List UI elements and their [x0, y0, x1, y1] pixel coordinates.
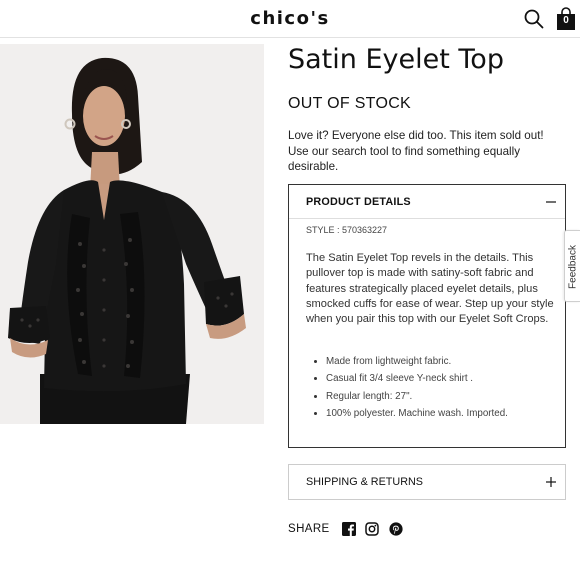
sold-out-message: Love it? Everyone else did too. This ite… — [288, 129, 544, 173]
chicos-logo[interactable]: chico's — [0, 8, 580, 29]
search-icon — [524, 9, 544, 29]
product-details-toggle[interactable]: PRODUCT DETAILS — [289, 185, 565, 219]
shopping-bag-button[interactable]: 0 — [555, 7, 577, 31]
product-image — [0, 44, 264, 424]
feedback-tab[interactable]: Feedback — [564, 230, 580, 302]
site-header: chico's 0 — [0, 0, 580, 38]
list-item: Casual fit 3/4 sleeve Y-neck shirt . — [306, 370, 556, 387]
product-description: The Satin Eyelet Top revels in the detai… — [306, 252, 554, 326]
product-details-panel: PRODUCT DETAILS STYLE : 570363227 The Sa… — [288, 184, 566, 448]
stock-status: OUT OF STOCK — [288, 95, 412, 112]
list-item: Made from lightweight fabric. — [306, 353, 556, 370]
feedback-label: Feedback — [567, 245, 579, 289]
product-title: Satin Eyelet Top — [288, 44, 504, 75]
shipping-returns-heading: SHIPPING & RETURNS — [306, 476, 423, 488]
product-details-heading: PRODUCT DETAILS — [306, 196, 411, 208]
plus-icon — [546, 477, 556, 487]
bag-count: 0 — [563, 15, 569, 26]
list-item: Regular length: 27". — [306, 388, 556, 405]
share-label: SHARE — [288, 523, 330, 535]
shipping-returns-toggle[interactable]: SHIPPING & RETURNS — [288, 464, 566, 500]
product-features-list: Made from lightweight fabric. Casual fit… — [306, 353, 556, 423]
facebook-icon[interactable] — [342, 522, 356, 536]
style-number: STYLE : 570363227 — [306, 225, 388, 235]
pinterest-icon[interactable] — [389, 522, 403, 536]
minus-icon — [546, 201, 556, 203]
instagram-icon[interactable] — [365, 522, 379, 536]
list-item: 100% polyester. Machine wash. Imported. — [306, 405, 556, 422]
search-button[interactable] — [523, 8, 545, 30]
